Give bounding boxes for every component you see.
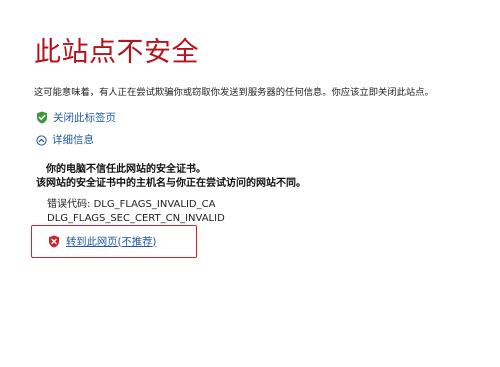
error-code-line-1: 错误代码: DLG_FLAGS_INVALID_CA	[47, 198, 225, 212]
goto-page-link[interactable]: 转到此网页(不推荐)	[48, 235, 156, 248]
details-section: 你的电脑不信任此网站的安全证书。 该网站的安全证书中的主机名与你正在尝试访问的网…	[36, 163, 456, 191]
more-info-label: 详细信息	[52, 134, 94, 146]
close-tab-link[interactable]: 关闭此标签页	[36, 111, 116, 124]
green-shield-check-icon	[36, 111, 48, 124]
circle-chevron-up-icon	[36, 134, 47, 146]
page-title: 此站点不安全	[34, 37, 199, 68]
close-tab-label: 关闭此标签页	[53, 111, 116, 124]
error-code-2: DLG_FLAGS_SEC_CERT_CN_INVALID	[47, 213, 225, 224]
untrusted-cert-text: 你的电脑不信任此网站的安全证书。	[46, 164, 206, 175]
error-code-label: 错误代码:	[47, 199, 91, 210]
goto-page-label: 转到此网页(不推荐)	[66, 235, 157, 248]
warning-description: 这可能意味着，有人正在尝试欺骗你或窃取你发送到服务器的任何信息。你应该立即关闭此…	[34, 87, 434, 98]
error-code-1: DLG_FLAGS_INVALID_CA	[93, 199, 216, 210]
more-info-toggle[interactable]: 详细信息	[36, 134, 94, 146]
red-shield-x-icon	[48, 235, 60, 248]
error-codes: 错误代码: DLG_FLAGS_INVALID_CA DLG_FLAGS_SEC…	[47, 198, 225, 226]
security-warning-page: 此站点不安全 这可能意味着，有人正在尝试欺骗你或窃取你发送到服务器的任何信息。你…	[0, 0, 500, 367]
hostname-mismatch-text: 该网站的安全证书中的主机名与你正在尝试访问的网站不同。	[36, 178, 306, 189]
